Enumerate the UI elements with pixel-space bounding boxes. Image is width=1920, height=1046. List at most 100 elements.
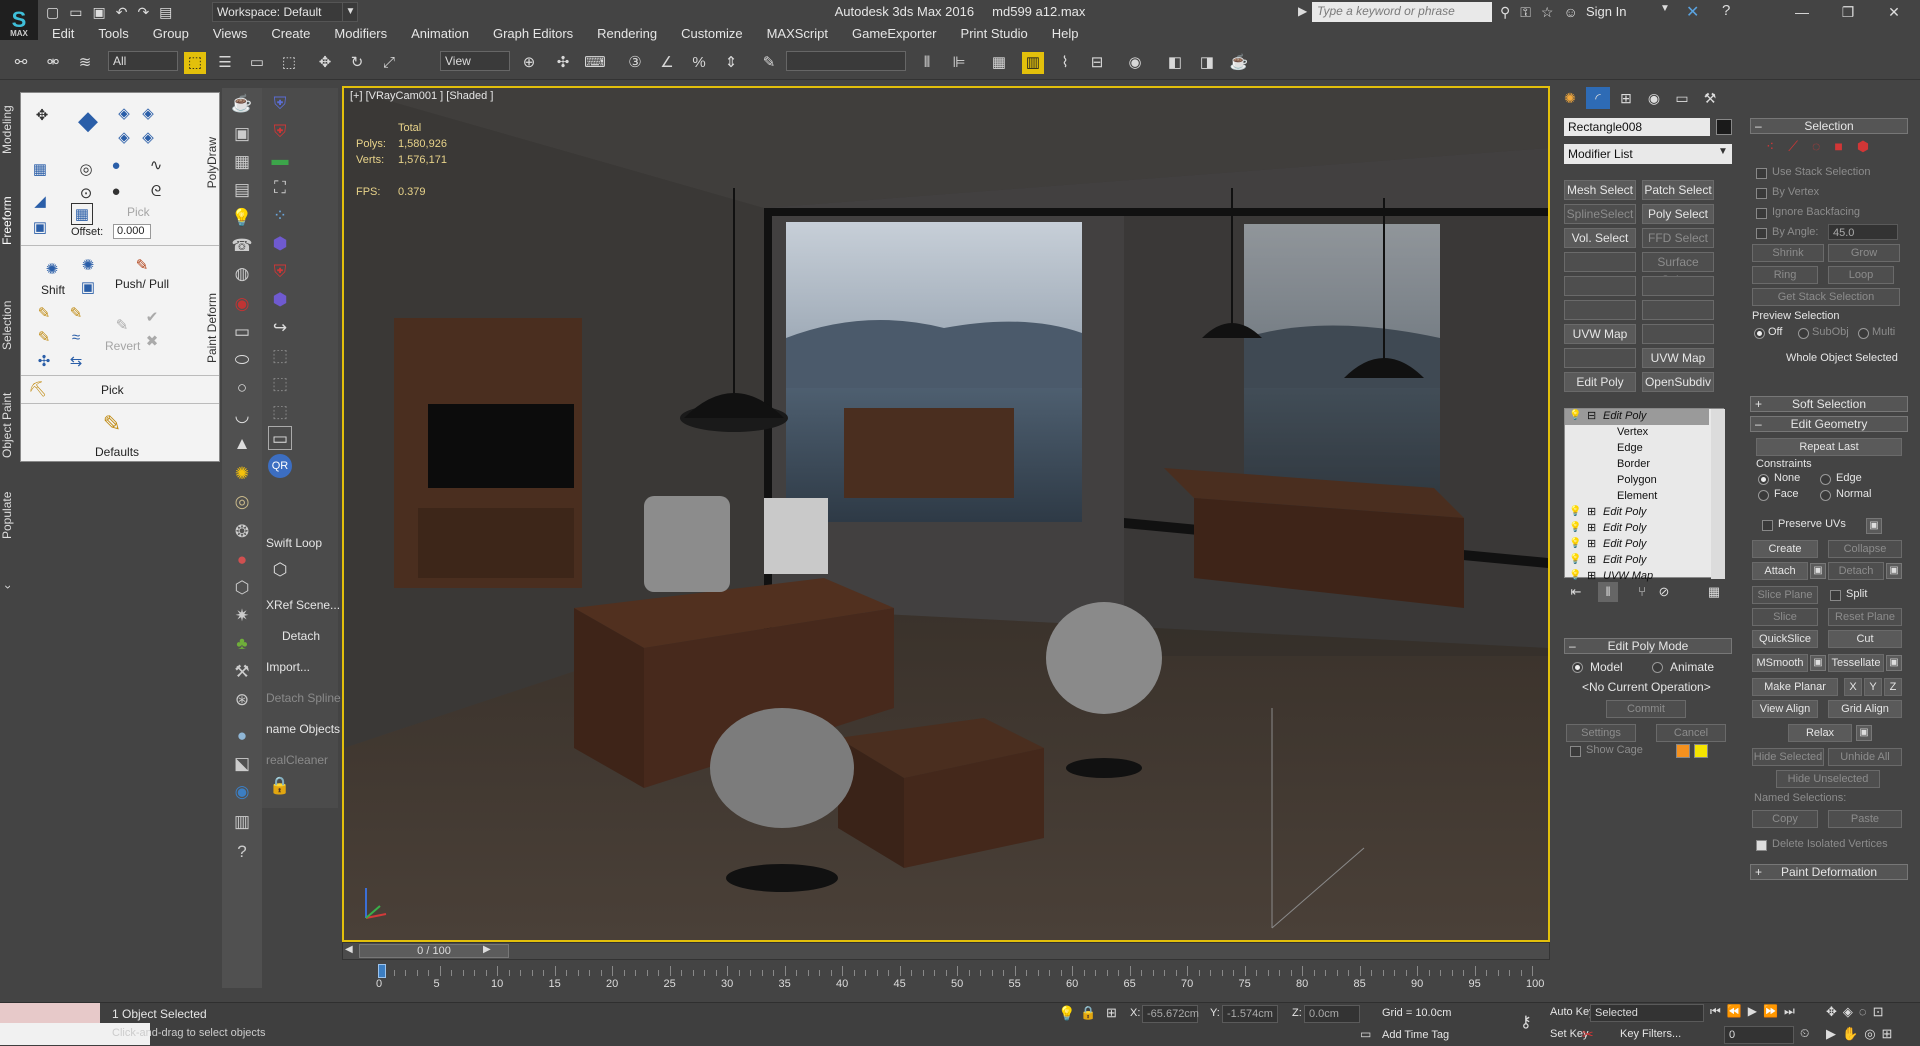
stack-subobject-element[interactable]: Element bbox=[1565, 489, 1709, 505]
step-build-icon[interactable]: ◈ bbox=[113, 127, 135, 149]
align-icon[interactable]: ⊫ bbox=[948, 52, 970, 74]
auto-key-button[interactable]: Auto Key bbox=[1550, 1006, 1595, 1024]
display-tab-icon[interactable]: ▭ bbox=[1670, 87, 1694, 109]
box-primitive-icon[interactable]: ▭ bbox=[230, 320, 254, 344]
app-logo-icon[interactable]: S MAX bbox=[0, 0, 38, 40]
project-folder-icon[interactable]: ▤ bbox=[159, 4, 172, 21]
cage-color-swatch[interactable] bbox=[1676, 744, 1690, 758]
fov-icon[interactable]: ⊡ bbox=[1873, 1004, 1890, 1019]
noise-brush-icon[interactable]: ≈ bbox=[65, 327, 87, 349]
planar-x-button[interactable]: X bbox=[1844, 678, 1862, 696]
stack-expand-icon[interactable]: ⊞ bbox=[1587, 569, 1596, 582]
xref-scene-label[interactable]: XRef Scene... bbox=[266, 598, 340, 612]
menu-create[interactable]: Create bbox=[259, 24, 322, 44]
field-of-view-icon[interactable]: ▶ bbox=[1826, 1026, 1842, 1041]
graphite-tools-icon[interactable]: ▥ bbox=[1022, 52, 1044, 74]
x-coordinate-field[interactable]: -65.672cm bbox=[1142, 1005, 1199, 1023]
paste-button[interactable]: Paste bbox=[1828, 810, 1902, 828]
modifier-button-empty[interactable] bbox=[1564, 300, 1636, 320]
curve-editor-icon[interactable]: ⌇ bbox=[1054, 52, 1076, 74]
gear-sphere-icon[interactable]: ✷ bbox=[230, 604, 254, 628]
modifier-button-splineselect[interactable]: SplineSelect bbox=[1564, 204, 1636, 224]
absolute-mode-icon[interactable]: ⊞ bbox=[1106, 1005, 1117, 1021]
tab-object-paint[interactable]: Object Paint bbox=[0, 380, 20, 470]
select-manipulate-icon[interactable]: ✣ bbox=[552, 52, 574, 74]
surface-shape-icon[interactable]: ◆ bbox=[73, 107, 103, 139]
commit-button[interactable]: Commit bbox=[1606, 700, 1686, 718]
model-radio[interactable] bbox=[1572, 662, 1583, 673]
object-convert-icon[interactable]: ⬕ bbox=[230, 752, 254, 776]
expand-arrow-icon[interactable]: ▶ bbox=[1298, 4, 1307, 18]
modifier-stack[interactable]: 💡 ⊟ Edit Poly Vertex Edge Border Polygon Elemen… bbox=[1564, 408, 1725, 582]
collapse-button[interactable]: Collapse bbox=[1828, 540, 1902, 558]
split-checkbox[interactable] bbox=[1830, 590, 1841, 601]
zoom-all-icon[interactable]: ◈ bbox=[1843, 1004, 1859, 1019]
percent-snap-icon[interactable]: % bbox=[688, 52, 710, 74]
bowl-icon[interactable]: ◡ bbox=[230, 404, 254, 428]
camera-icon[interactable]: ☎ bbox=[230, 234, 254, 258]
modifier-visibility-icon[interactable]: 💡 bbox=[1569, 522, 1581, 533]
edit-geometry-rollout[interactable]: – Edit Geometry bbox=[1750, 416, 1908, 432]
planar-y-button[interactable]: Y bbox=[1864, 678, 1882, 696]
stack-expand-icon[interactable]: ⊟ bbox=[1587, 409, 1596, 422]
ring-button[interactable]: Ring bbox=[1752, 266, 1818, 284]
detach-label[interactable]: Detach bbox=[282, 629, 320, 643]
binoculars-icon[interactable]: ⚲ bbox=[1500, 4, 1510, 21]
animate-radio[interactable] bbox=[1652, 662, 1663, 673]
quickslice-button[interactable]: QuickSlice bbox=[1752, 630, 1818, 648]
scale-icon[interactable]: ⤢ bbox=[378, 52, 400, 74]
reset-plane-button[interactable]: Reset Plane bbox=[1828, 608, 1902, 626]
pan-hand-icon[interactable]: ✋ bbox=[1842, 1026, 1864, 1041]
defaults-brush-icon[interactable]: ✎ bbox=[97, 413, 127, 441]
teapot-icon[interactable]: ☕ bbox=[230, 92, 254, 116]
object-name-field[interactable]: Rectangle008 bbox=[1564, 118, 1710, 136]
cube-script-2-icon[interactable]: ⬢ bbox=[268, 288, 292, 312]
globe-icon[interactable]: ◉ bbox=[230, 780, 254, 804]
msmooth-button[interactable]: MSmooth bbox=[1752, 654, 1808, 672]
mirror-icon[interactable]: ⫴ bbox=[916, 52, 938, 74]
modifier-button-opensubdiv[interactable]: OpenSubdiv bbox=[1642, 372, 1714, 392]
minimize-icon[interactable]: — bbox=[1782, 2, 1822, 22]
modifier-button-empty[interactable] bbox=[1564, 348, 1636, 368]
preserve-uvs-settings-icon[interactable]: ▣ bbox=[1866, 518, 1882, 534]
box-gray-2-icon[interactable]: ⬚ bbox=[268, 372, 292, 396]
layer-manager-icon[interactable]: ▦ bbox=[988, 52, 1010, 74]
revert-brush-icon[interactable]: ✎ bbox=[111, 315, 133, 337]
edit-poly-mode-rollout[interactable]: – Edit Poly Mode bbox=[1564, 638, 1732, 654]
selection-filter-dropdown[interactable]: All bbox=[108, 51, 178, 71]
grid-align-button[interactable]: Grid Align bbox=[1828, 700, 1902, 718]
menu-group[interactable]: Group bbox=[141, 24, 201, 44]
draw-on-selection-icon[interactable]: ▣ bbox=[29, 217, 51, 239]
vray-icon[interactable]: ◉ bbox=[230, 292, 254, 316]
tab-populate[interactable]: Populate bbox=[0, 480, 20, 550]
shield-blue-red-icon[interactable]: ⛨ bbox=[268, 260, 292, 284]
tab-selection[interactable]: Selection bbox=[0, 290, 20, 360]
utilities-tab-icon[interactable]: ⚒ bbox=[1698, 87, 1722, 109]
shield-icon[interactable]: ⛨ bbox=[268, 92, 292, 116]
select-by-name-icon[interactable]: ☰ bbox=[214, 52, 236, 74]
modifier-button-empty[interactable] bbox=[1642, 276, 1714, 296]
user-icon[interactable]: ☺ bbox=[1563, 4, 1577, 20]
object-color-swatch[interactable] bbox=[1716, 119, 1732, 135]
preview-multi-radio[interactable] bbox=[1858, 328, 1869, 339]
tessellate-button[interactable]: Tessellate bbox=[1828, 654, 1884, 672]
show-cage-checkbox[interactable] bbox=[1570, 746, 1581, 757]
relax-button[interactable]: Relax bbox=[1788, 724, 1852, 742]
menu-modifiers[interactable]: Modifiers bbox=[322, 24, 399, 44]
draw-on-grid-icon[interactable]: ▦ bbox=[29, 159, 51, 181]
detach-spline-label[interactable]: Detach Spline bbox=[266, 691, 341, 705]
cut-button[interactable]: Cut bbox=[1828, 630, 1902, 648]
spiral-icon[interactable]: ᘓ bbox=[145, 181, 167, 203]
settings-button[interactable]: Settings bbox=[1566, 724, 1636, 742]
box-gray-3-icon[interactable]: ⬚ bbox=[268, 400, 292, 424]
make-planar-button[interactable]: Make Planar bbox=[1752, 678, 1838, 696]
playback-controls[interactable]: ⏮⏪▶⏩⏭ bbox=[1710, 1004, 1801, 1019]
unhide-all-button[interactable]: Unhide All bbox=[1828, 748, 1902, 766]
bind-space-warp-icon[interactable]: ≋ bbox=[74, 52, 96, 74]
maximize-viewport-icon[interactable]: ⊞ bbox=[1882, 1026, 1899, 1041]
constraint-face-radio[interactable] bbox=[1758, 490, 1769, 501]
angle-snap-icon[interactable]: ∠ bbox=[656, 52, 678, 74]
calculator-icon[interactable]: ▦ bbox=[230, 150, 254, 174]
border-level-icon[interactable]: ◌ bbox=[1812, 138, 1834, 154]
pin-stack-icon[interactable]: ⇤ bbox=[1566, 582, 1586, 602]
